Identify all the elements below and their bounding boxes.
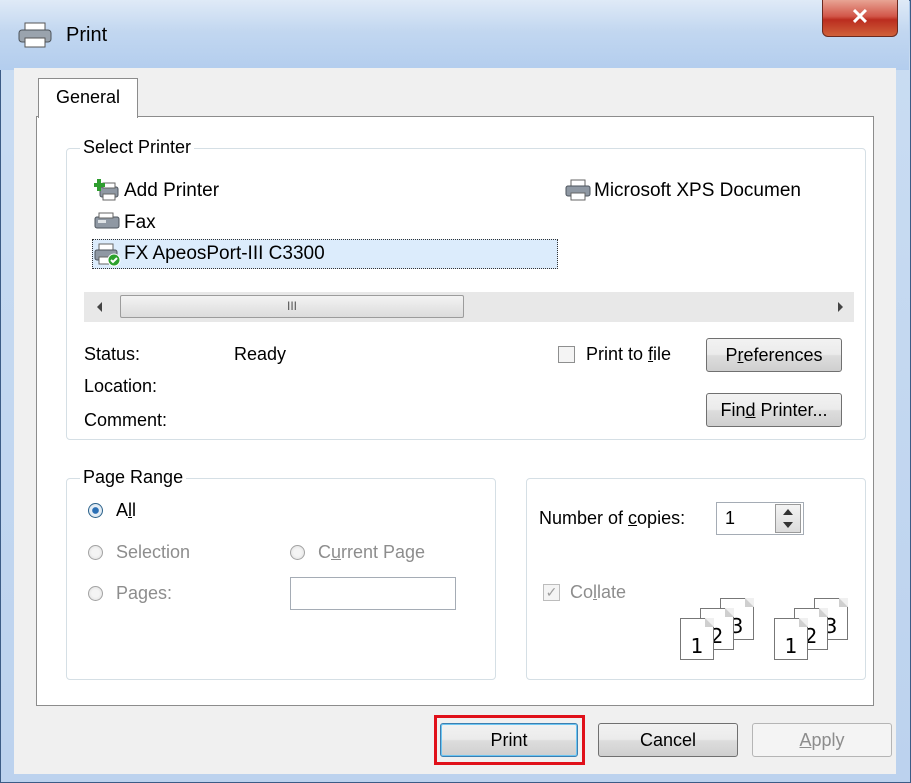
selection-radio[interactable]	[88, 545, 103, 560]
copies-value: 1	[725, 508, 736, 528]
spin-down-icon[interactable]	[783, 521, 793, 529]
location-label: Location:	[84, 376, 158, 396]
close-button[interactable]: ✕	[822, 0, 898, 37]
scrollbar-thumb[interactable]: III	[120, 295, 464, 318]
default-printer-icon	[94, 243, 121, 267]
apply-button[interactable]: Apply	[752, 723, 892, 757]
printer-list-scrollbar[interactable]: III	[84, 292, 854, 322]
select-printer-legend: Select Printer	[80, 137, 195, 158]
comment-label: Comment:	[84, 410, 168, 430]
tab-general[interactable]: General	[38, 78, 138, 118]
title-bar[interactable]	[0, 0, 909, 70]
collate-label[interactable]: Collate	[570, 582, 626, 603]
add-printer-icon	[94, 179, 119, 201]
printer-name: Add Printer	[124, 180, 220, 201]
cancel-button[interactable]: Cancel	[598, 723, 738, 757]
number-of-copies-label: Number of copies:	[539, 508, 686, 528]
printer-name: Microsoft XPS Documen	[594, 180, 801, 201]
printer-name-selected: FX ApeosPort-III C3300	[124, 243, 325, 264]
scroll-left-arrow-icon[interactable]	[96, 302, 104, 312]
window-title: Print	[66, 24, 108, 46]
spin-up-icon[interactable]	[783, 508, 793, 516]
fax-icon	[94, 212, 120, 229]
page-sheet-1: 1	[680, 618, 714, 660]
status-label: Status:	[84, 344, 141, 364]
all-radio[interactable]	[88, 503, 103, 518]
print-to-file-label[interactable]: Print to file	[586, 344, 671, 365]
page-sheet-1: 1	[774, 618, 808, 660]
page-range-legend: Page Range	[80, 467, 187, 488]
printer-name: Fax	[124, 212, 156, 233]
find-printer-button[interactable]: Find Printer...	[706, 393, 842, 427]
selection-label[interactable]: Selection	[116, 542, 190, 563]
pages-label[interactable]: Pages:	[116, 583, 172, 604]
print-to-file-checkbox[interactable]	[558, 346, 575, 363]
all-label[interactable]: All	[116, 500, 136, 521]
copies-input[interactable]: 1	[716, 502, 804, 535]
scroll-right-arrow-icon[interactable]	[836, 302, 844, 312]
collate-checkbox[interactable]: ✓	[543, 584, 560, 601]
pages-radio[interactable]	[88, 586, 103, 601]
printer-icon	[18, 22, 52, 48]
preferences-button[interactable]: Preferences	[706, 338, 842, 372]
current-page-label[interactable]: Current Page	[318, 542, 425, 563]
pages-input[interactable]	[290, 577, 456, 610]
current-page-radio[interactable]	[290, 545, 305, 560]
print-button-highlight	[434, 715, 585, 765]
printer-icon	[565, 179, 591, 201]
status-value: Ready	[234, 344, 287, 364]
copies-spinner[interactable]	[775, 504, 801, 533]
